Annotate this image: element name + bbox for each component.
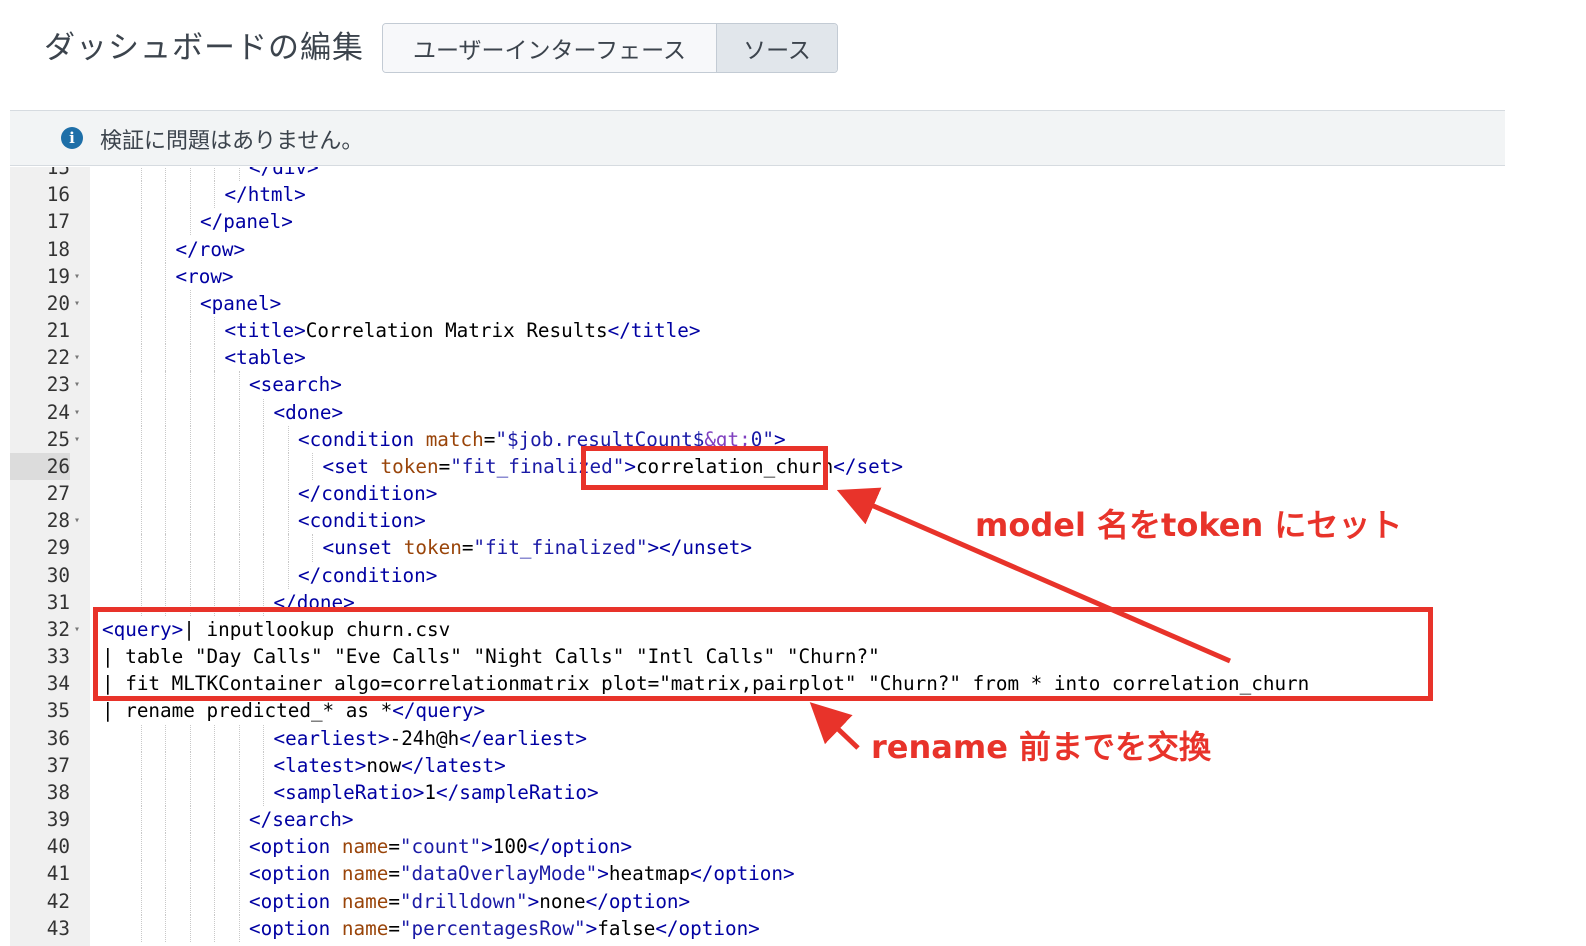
annotation-arrows	[809, 487, 1231, 750]
annotation-model-token: model 名をtoken にセット	[975, 506, 1403, 544]
arrow-to-query	[809, 702, 860, 750]
annotation-replace-before-rename: rename 前までを交換	[871, 728, 1212, 766]
